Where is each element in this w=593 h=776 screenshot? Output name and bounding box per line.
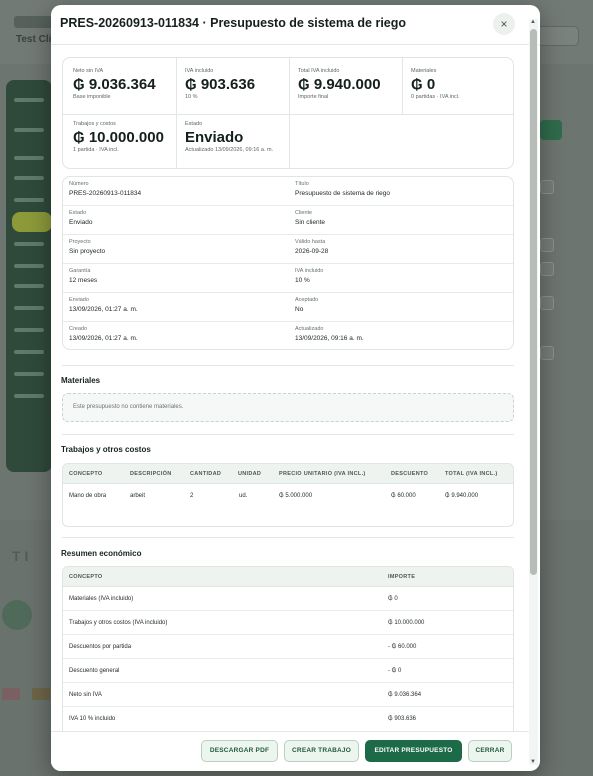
table-row: IVA 10 % incluido ₲ 903.636 — [69, 716, 417, 722]
table-row: Materiales (IVA incluido) ₲ 0 — [63, 587, 513, 611]
resumen-title: Resumen económico — [61, 549, 142, 558]
modal-header: PRES-20260913-011834 · Presupuesto de si… — [51, 5, 540, 45]
flag-icon — [32, 688, 50, 700]
modal-title: PRES-20260913-011834 · Presupuesto de si… — [60, 16, 407, 30]
detail-row: Garantía 12 meses IVA incluido 10 % — [63, 264, 513, 293]
table-header: CONCEPTO DESCRIPCIÓN CANTIDAD UNIDAD PRE… — [63, 464, 513, 484]
background-action-button — [540, 120, 562, 140]
modal-footer: DESCARGAR PDF CREAR TRABAJO EDITAR PRESU… — [51, 731, 529, 771]
flag-icon — [2, 688, 20, 700]
summary-card-neto: Neto sin IVA ₲ 9.036.364 Base imponible — [73, 68, 156, 100]
scroll-down-arrow-icon[interactable]: ▼ — [530, 759, 536, 765]
summary-card-total: Total IVA incluido ₲ 9.940.000 Importe f… — [298, 68, 381, 100]
budget-detail-modal: PRES-20260913-011834 · Presupuesto de si… — [51, 5, 540, 771]
create-work-button[interactable]: CREAR TRABAJO — [284, 740, 359, 762]
detail-row: Enviado 13/09/2026, 01:27 a. m. Aceptado N… — [63, 293, 513, 322]
summary-card-iva: IVA incluido ₲ 903.636 10 % — [185, 68, 256, 100]
summary-card-estado: Estado Enviado Actualizado 13/09/2026, 0… — [185, 121, 274, 153]
divider — [62, 434, 514, 435]
divider — [62, 537, 514, 538]
table-row: Descuentos por partida - ₲ 60.000 — [63, 635, 513, 659]
background-footer-logo: TI — [12, 548, 33, 564]
background-badge — [14, 16, 52, 28]
background-page-title: Test Cli — [16, 34, 52, 45]
scrollbar[interactable]: ▲ ▼ — [529, 19, 538, 765]
table-row: Descuento general - ₲ 0 — [63, 659, 513, 683]
materiales-title: Materiales — [61, 376, 101, 385]
resumen-table: CONCEPTO IMPORTE Materiales (IVA incluid… — [62, 566, 514, 731]
summary-cards: Neto sin IVA ₲ 9.036.364 Base imponible … — [62, 57, 514, 169]
summary-card-trabajos: Trabajos y costos ₲ 10.000.000 1 partida… — [73, 121, 164, 153]
budget-details: Número PRES-20260913-011834 Título Presupu… — [62, 176, 514, 350]
detail-row: Número PRES-20260913-011834 Título Presupu… — [63, 177, 513, 206]
close-button[interactable]: × — [493, 13, 515, 35]
scroll-up-arrow-icon[interactable]: ▲ — [530, 19, 536, 25]
trabajos-title: Trabajos y otros costos — [61, 445, 151, 454]
background-sidebar — [6, 80, 52, 472]
divider — [62, 365, 514, 366]
table-row: Mano de obra arbeit 2 ud. ₲ 5.000.000 ₲ … — [69, 493, 479, 499]
trabajos-table: CONCEPTO DESCRIPCIÓN CANTIDAD UNIDAD PRE… — [62, 463, 514, 527]
table-row: Neto sin IVA ₲ 9.036.364 — [63, 683, 513, 707]
materiales-empty-text: Este presupuesto no contiene materiales. — [73, 404, 184, 410]
detail-row: Estado Enviado Cliente Sin cliente — [63, 206, 513, 235]
scrollbar-thumb[interactable] — [530, 29, 537, 575]
table-header: CONCEPTO IMPORTE — [63, 567, 513, 587]
background-logo-icon — [2, 600, 32, 630]
detail-row: Creado 13/09/2026, 01:27 a. m. Actualizad… — [69, 326, 364, 342]
download-pdf-button[interactable]: DESCARGAR PDF — [201, 740, 278, 762]
modal-body[interactable]: Neto sin IVA ₲ 9.036.364 Base imponible … — [51, 46, 529, 731]
edit-budget-button[interactable]: EDITAR PRESUPUESTO — [365, 740, 462, 762]
summary-card-materiales: Materiales ₲ 0 0 partidas · IVA incl. — [411, 68, 460, 100]
materiales-empty-state: Este presupuesto no contiene materiales. — [62, 393, 514, 422]
close-footer-button[interactable]: CERRAR — [468, 740, 512, 762]
table-row: Trabajos y otros costos (IVA incluido) ₲… — [63, 611, 513, 635]
detail-row: Proyecto Sin proyecto Válido hasta 2026-09… — [63, 235, 513, 264]
background-sidebar-active-item — [12, 212, 52, 232]
